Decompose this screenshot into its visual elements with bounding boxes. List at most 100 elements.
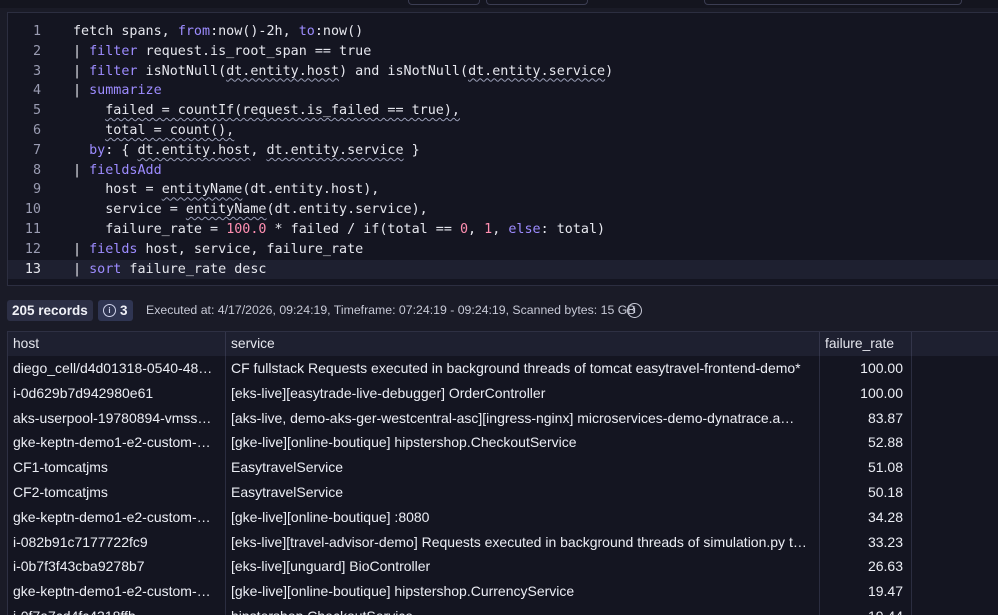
code-token: entityName bbox=[161, 182, 243, 198]
cell-service: [gke-live][online-boutique] hipstershop.… bbox=[226, 579, 820, 604]
code-line[interactable]: 9 host = entityName(dt.entity.host), bbox=[8, 180, 998, 200]
cell-failure-rate: 50.18 bbox=[820, 480, 912, 505]
code-token: , bbox=[492, 222, 509, 237]
table-row[interactable]: gke-keptn-demo1-e2-custom-… [gke-live][on… bbox=[8, 430, 998, 457]
code-token: fetch spans, bbox=[73, 24, 178, 39]
code-line[interactable]: 5 failed = countIf(request.is_failed == … bbox=[8, 101, 998, 121]
code-line[interactable]: 7 by: { dt.entity.host, dt.entity.servic… bbox=[8, 141, 998, 161]
code-token: to bbox=[298, 24, 315, 39]
code-line[interactable]: 3 | filter isNotNull(dt.entity.host) and … bbox=[8, 62, 998, 82]
code-token: :now()-2h, bbox=[210, 24, 299, 39]
cell-service: [aks-live, demo-aks-ger-westcentral-asc]… bbox=[226, 405, 820, 431]
code-line[interactable]: 10 service = entityName(dt.entity.servic… bbox=[8, 200, 998, 220]
column-header-service[interactable]: service bbox=[226, 332, 820, 356]
code-token: dt.entity.service bbox=[468, 63, 606, 79]
info-circle-icon: i bbox=[103, 304, 116, 317]
column-header-host[interactable]: host bbox=[8, 332, 226, 356]
issues-count: 3 bbox=[120, 303, 128, 318]
code-line[interactable]: 12 | fields host, service, failure_rate bbox=[8, 240, 998, 260]
issues-badge[interactable]: i 3 bbox=[98, 300, 133, 321]
line-number: 4 bbox=[32, 83, 41, 99]
code-token: sort bbox=[89, 261, 122, 277]
code-token: } bbox=[403, 142, 420, 158]
code-text: service = entityName(dt.entity.service), bbox=[73, 200, 428, 220]
cell-host: i-082b91c7177722fc9 bbox=[8, 529, 226, 555]
table-header: host service failure_rate bbox=[8, 332, 998, 357]
line-number: 5 bbox=[32, 103, 41, 119]
code-line[interactable]: 13 | sort failure_rate desc bbox=[8, 259, 998, 280]
cell-spacer bbox=[912, 579, 998, 604]
code-text: | fieldsAdd bbox=[73, 161, 162, 181]
cell-failure-rate: 52.88 bbox=[820, 430, 912, 456]
toolbar-button[interactable] bbox=[704, 0, 962, 5]
table-row[interactable]: aks-userpool-19780894-vmss… [aks-live, de… bbox=[8, 405, 998, 432]
code-line[interactable]: 4 | summarize bbox=[8, 81, 998, 101]
column-header-failure-rate[interactable]: failure_rate bbox=[820, 332, 912, 356]
code-token: fieldsAdd bbox=[89, 162, 162, 178]
table-row[interactable]: CF1-tomcatjms EasytravelService 51.08 bbox=[8, 455, 998, 481]
top-toolbar-strip bbox=[0, 0, 998, 8]
line-number: 9 bbox=[32, 182, 41, 198]
code-token: * failed / if(total == bbox=[266, 222, 460, 237]
code-token: failure_rate desc bbox=[121, 261, 267, 277]
code-token: | bbox=[73, 261, 90, 277]
code-line[interactable]: 11 failure_rate = 100.0 * failed / if(to… bbox=[8, 220, 998, 240]
code-text: | filter request.is_root_span == true bbox=[73, 42, 371, 62]
code-token: total = count(), bbox=[105, 123, 235, 138]
code-text: host = entityName(dt.entity.host), bbox=[73, 180, 379, 200]
cell-host: i-0d629b7d942980e61 bbox=[8, 380, 226, 406]
execution-info-text: Executed at: 4/17/2026, 09:24:19, Timefr… bbox=[146, 303, 636, 317]
cell-failure-rate: 51.08 bbox=[820, 455, 912, 480]
code-line[interactable]: 8 | fieldsAdd bbox=[8, 161, 998, 181]
cell-host: i-0b7f3f43cba9278b7 bbox=[8, 554, 226, 580]
line-number: 3 bbox=[32, 63, 41, 79]
table-row[interactable]: CF2-tomcatjms EasytravelService 50.18 bbox=[8, 480, 998, 506]
cell-failure-rate: 33.23 bbox=[820, 529, 912, 555]
code-token: dt.entity.service bbox=[266, 142, 404, 158]
line-number: 6 bbox=[32, 123, 41, 138]
table-row[interactable]: gke-keptn-demo1-e2-custom-… [gke-live][on… bbox=[8, 579, 998, 605]
code-text: | summarize bbox=[73, 81, 162, 101]
toolbar-button[interactable] bbox=[486, 0, 588, 5]
cell-spacer bbox=[912, 554, 998, 579]
toolbar-button[interactable] bbox=[408, 0, 480, 5]
code-token: (dt.entity.service), bbox=[266, 202, 428, 218]
cell-failure-rate: 34.28 bbox=[820, 504, 912, 530]
table-row[interactable]: i-0f7a7cd4fc4318ffbhipstershop.CheckoutS… bbox=[8, 604, 998, 615]
cell-service: [gke-live][online-boutique] :8080 bbox=[226, 504, 820, 530]
cell-failure-rate: 100.00 bbox=[820, 380, 912, 406]
code-token: : total) bbox=[540, 222, 606, 237]
code-token: | bbox=[73, 43, 90, 59]
line-number: 10 bbox=[24, 202, 41, 218]
code-token: dt.entity.host bbox=[137, 142, 251, 158]
dql-query-editor[interactable]: 1 fetch spans, from:now()-2h, to:now() 2 | … bbox=[7, 12, 998, 286]
code-text: total = count(), bbox=[73, 121, 234, 141]
code-token: : { bbox=[105, 142, 138, 158]
cell-host: gke-keptn-demo1-e2-custom-… bbox=[8, 504, 226, 530]
code-token: | bbox=[73, 162, 90, 178]
cell-host: aks-userpool-19780894-vmss… bbox=[8, 405, 226, 431]
cell-host: CF2-tomcatjms bbox=[8, 480, 226, 505]
info-icon[interactable]: i bbox=[627, 303, 642, 318]
code-token: , bbox=[250, 142, 267, 158]
results-table: host service failure_rate diego_cell/d4d… bbox=[7, 331, 998, 615]
code-token: else bbox=[508, 222, 541, 237]
code-token: from bbox=[177, 24, 211, 39]
code-line[interactable]: 2 | filter request.is_root_span == true bbox=[8, 42, 998, 62]
cell-failure-rate: 100.00 bbox=[820, 356, 912, 381]
table-row[interactable]: i-082b91c7177722fc9 [eks-live][travel-adv… bbox=[8, 529, 998, 556]
code-line[interactable]: 1 fetch spans, from:now()-2h, to:now() bbox=[8, 22, 998, 42]
code-token: (dt.entity.host), bbox=[242, 182, 380, 198]
table-row[interactable]: gke-keptn-demo1-e2-custom-… [gke-live][on… bbox=[8, 504, 998, 531]
code-text: failure_rate = 100.0 * failed / if(total… bbox=[73, 220, 605, 240]
code-token: failed = countIf(request.is_failed == tr… bbox=[105, 103, 460, 119]
cell-service: hipstershop.CheckoutService bbox=[226, 604, 820, 615]
cell-failure-rate: 19.47 bbox=[820, 579, 912, 604]
table-row[interactable]: diego_cell/d4d01318-0540-48… CF fullstack… bbox=[8, 356, 998, 382]
code-token: failure_rate = bbox=[73, 222, 227, 237]
table-row[interactable]: i-0d629b7d942980e61 [eks-live][easytrade-… bbox=[8, 380, 998, 407]
code-line[interactable]: 6 total = count(), bbox=[8, 121, 998, 141]
table-row[interactable]: i-0b7f3f43cba9278b7 [eks-live][unguard] B… bbox=[8, 554, 998, 581]
